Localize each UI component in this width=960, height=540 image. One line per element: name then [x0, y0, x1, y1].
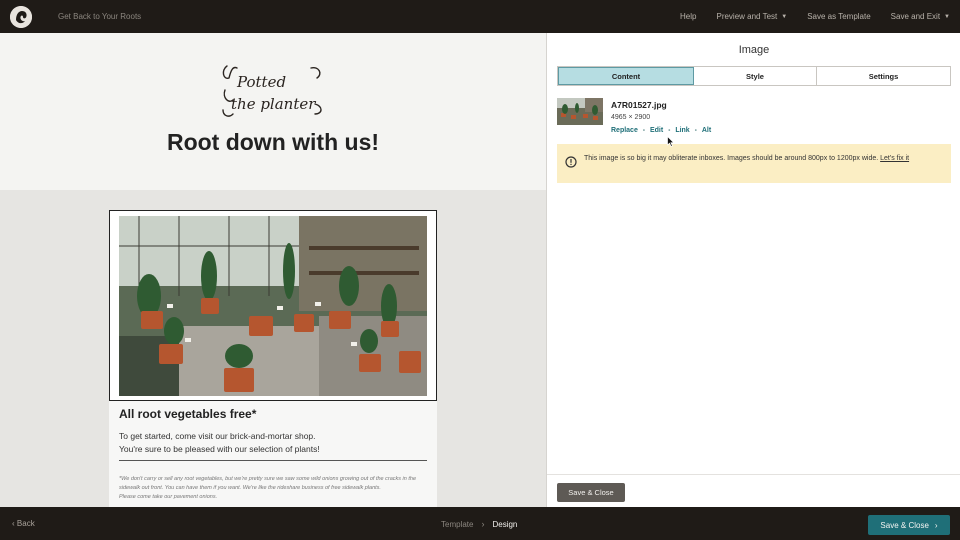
tab-style[interactable]: Style — [694, 67, 817, 85]
mailchimp-logo-icon[interactable] — [10, 5, 32, 28]
image-dimensions: 4965 × 2900 — [611, 114, 651, 121]
save-as-template-label: Save as Template — [807, 12, 871, 21]
tab-settings[interactable]: Settings — [817, 67, 950, 85]
replace-link[interactable]: Replace — [611, 127, 638, 134]
fine-print-text: Please come take our pavement onions. — [119, 494, 218, 500]
top-nav: Help Preview and Test ▼ Save as Template … — [660, 0, 960, 33]
copy-heading: All root vegetables free* — [119, 407, 257, 421]
chevron-down-icon: ▼ — [944, 13, 950, 20]
email-headline: Root down with us! — [166, 129, 380, 155]
email-header-block[interactable]: Potted the planter Root down with us! — [0, 33, 546, 190]
tab-label: Content — [611, 71, 641, 81]
image-actions: Replace • Edit • Link • Alt — [611, 127, 711, 134]
separator-dot: • — [642, 127, 645, 134]
potted-planter-logo-icon: Potted the planter — [222, 65, 322, 117]
step-template[interactable]: Template — [441, 520, 473, 529]
copy-line: To get started, come visit our brick-and… — [119, 431, 316, 441]
help-link[interactable]: Help — [680, 12, 696, 21]
save-close-button[interactable]: Save & Close › — [868, 515, 950, 535]
lets-fix-it-link[interactable]: Let's fix it — [880, 155, 909, 162]
email-content-card: All root vegetables free* To get started… — [109, 210, 437, 507]
image-thumbnail[interactable] — [557, 98, 603, 125]
step-design: Design — [492, 519, 518, 529]
fine-print-text: *We don't carry or sell any root vegetab… — [119, 476, 417, 491]
save-close-label: Save & Close — [880, 520, 929, 530]
back-button[interactable]: ‹ Back — [12, 519, 35, 528]
image-size-warning: This image is so big it may obliterate i… — [557, 144, 951, 183]
cactus-photo — [119, 216, 427, 396]
svg-text:Potted: Potted — [236, 73, 286, 91]
chevron-right-icon: › — [934, 520, 938, 530]
campaign-name[interactable]: Get Back to Your Roots — [58, 12, 141, 21]
divider — [119, 460, 427, 461]
warning-text: This image is so big it may obliterate i… — [584, 152, 924, 165]
link-link[interactable]: Link — [675, 127, 689, 134]
chevron-right-icon: › — [481, 519, 485, 529]
breadcrumb: Template › Design — [441, 519, 517, 529]
save-as-template-button[interactable]: Save as Template — [807, 12, 870, 21]
copy-line: You're sure to be pleased with our selec… — [119, 444, 320, 454]
save-and-exit-menu[interactable]: Save and Exit ▼ — [891, 12, 950, 21]
tab-label: Settings — [868, 71, 899, 81]
mouse-cursor-icon — [667, 136, 675, 147]
bottom-bar: ‹ Back Template › Design Save & Close › — [0, 507, 960, 540]
image-file-name: A7R01527.jpg — [611, 100, 667, 110]
panel-save-close-button[interactable]: Save & Close — [557, 483, 625, 502]
save-and-exit-label: Save and Exit — [890, 12, 941, 21]
back-label: Back — [16, 519, 35, 528]
divider — [547, 474, 960, 475]
tab-label: Style — [746, 71, 764, 81]
warning-message: This image is so big it may obliterate i… — [584, 155, 879, 162]
chevron-down-icon: ▼ — [781, 13, 788, 20]
svg-text:the planter: the planter — [231, 95, 316, 113]
email-preview: Potted the planter Root down with us! Al… — [0, 33, 546, 507]
edit-link[interactable]: Edit — [650, 127, 663, 134]
separator-dot: • — [694, 127, 697, 134]
selected-image-block[interactable] — [109, 210, 437, 401]
panel-tabs: Content Style Settings — [557, 66, 951, 86]
chevron-left-icon: ‹ — [12, 519, 15, 528]
preview-and-test-label: Preview and Test — [716, 12, 778, 21]
fine-print: *We don't carry or sell any root vegetab… — [119, 475, 431, 502]
copy-body: To get started, come visit our brick-and… — [119, 430, 429, 456]
panel-title: Image — [738, 44, 770, 56]
tab-content[interactable]: Content — [558, 67, 694, 85]
preview-and-test-menu[interactable]: Preview and Test ▼ — [716, 12, 787, 21]
alt-link[interactable]: Alt — [702, 127, 711, 134]
image-settings-panel: Image Content Style Settings A7R01527.jp… — [546, 33, 960, 507]
help-label: Help — [680, 12, 697, 21]
separator-dot: • — [668, 127, 671, 134]
top-bar: Get Back to Your Roots Help Preview and … — [0, 0, 960, 33]
warning-icon — [565, 156, 577, 168]
